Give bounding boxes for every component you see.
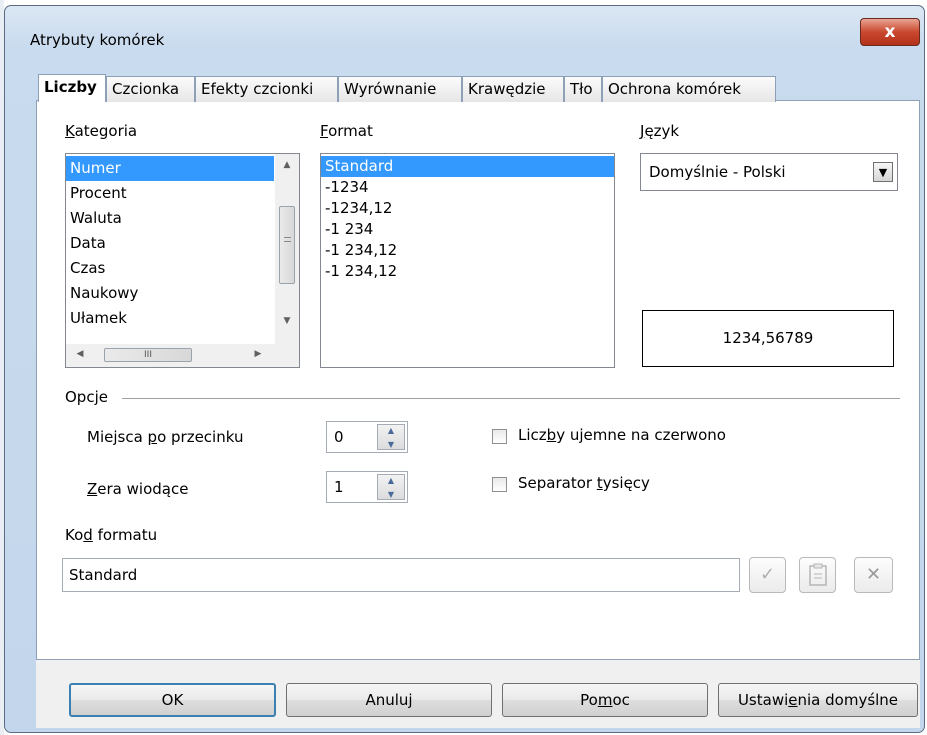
category-items: Numer Procent Waluta Data Czas Naukowy U… <box>66 156 274 331</box>
negative-red-label[interactable]: Liczby ujemne na czerwono <box>518 426 726 444</box>
category-hscrollbar[interactable]: ◀ III ▶ <box>66 344 299 367</box>
tab-wyrownanie[interactable]: Wyrównanie <box>338 76 462 102</box>
category-item-procent[interactable]: Procent <box>66 181 274 206</box>
checkmark-icon: ✓ <box>759 564 776 585</box>
category-item-naukowy[interactable]: Naukowy <box>66 281 274 306</box>
tab-tlo[interactable]: Tło <box>564 76 602 102</box>
category-listbox[interactable]: Numer Procent Waluta Data Czas Naukowy U… <box>65 153 300 368</box>
thousands-separator-checkbox[interactable] <box>492 477 507 492</box>
tab-efekty-czcionki[interactable]: Efekty czcionki <box>195 76 338 102</box>
chevron-down-icon[interactable]: ▼ <box>873 162 893 182</box>
decimals-spinbox[interactable]: 0 ▲ ▼ <box>326 421 408 453</box>
category-item-ulamek[interactable]: Ułamek <box>66 306 274 331</box>
scroll-up-icon[interactable]: ▲ <box>275 160 299 170</box>
help-button[interactable]: Pomoc <box>502 683 708 717</box>
accept-format-button[interactable]: ✓ <box>749 557 786 593</box>
decimals-spin-buttons[interactable]: ▲ ▼ <box>377 424 405 450</box>
scroll-thumb[interactable] <box>279 206 295 284</box>
grip-icon <box>283 237 291 242</box>
scroll-left-icon[interactable]: ◀ <box>74 349 86 359</box>
leading-zeros-spin-buttons[interactable]: ▲ ▼ <box>377 474 405 500</box>
close-icon: x <box>884 22 896 42</box>
delete-icon: ✕ <box>865 564 882 585</box>
spin-up-icon[interactable]: ▲ <box>378 425 404 439</box>
format-items: Standard -1234 -1234,12 -1 234 -1 234,12… <box>321 156 614 282</box>
category-label: Kategoria <box>65 122 138 140</box>
tab-label: Ochrona komórek <box>608 80 741 98</box>
tab-label: Wyrównanie <box>344 80 437 98</box>
tab-label: Efekty czcionki <box>201 80 314 98</box>
language-value: Domyślnie - Polski <box>649 163 786 181</box>
category-item-data[interactable]: Data <box>66 231 274 256</box>
format-item[interactable]: -1234 <box>321 177 614 198</box>
negative-red-checkbox[interactable] <box>492 429 507 444</box>
language-label: Język <box>640 122 680 140</box>
format-item[interactable]: -1234,12 <box>321 198 614 219</box>
category-vscrollbar[interactable]: ▲ ▼ <box>275 154 299 344</box>
category-item-numer[interactable]: Numer <box>66 156 274 181</box>
defaults-button[interactable]: Ustawienia domyślne <box>718 683 918 717</box>
format-label: Format <box>320 122 373 140</box>
format-item[interactable]: -1 234 <box>321 219 614 240</box>
dialog-title: Atrybuty komórek <box>30 31 165 49</box>
add-comment-button[interactable] <box>799 557 836 593</box>
tab-liczby[interactable]: Liczby <box>38 74 106 102</box>
format-item[interactable]: -1 234,12 <box>321 240 614 261</box>
spin-down-icon[interactable]: ▼ <box>378 489 404 503</box>
category-item-waluta[interactable]: Waluta <box>66 206 274 231</box>
tab-label: Krawędzie <box>468 80 546 98</box>
tab-label: Czcionka <box>112 80 180 98</box>
decimals-label: Miejsca po przecinku <box>87 428 244 446</box>
tab-czcionka[interactable]: Czcionka <box>106 76 195 102</box>
options-divider <box>122 398 900 399</box>
leading-zeros-label: Zera wiodące <box>87 480 189 498</box>
language-select[interactable]: Domyślnie - Polski ▼ <box>640 153 898 191</box>
ok-button[interactable]: OK <box>69 683 276 717</box>
decimals-value[interactable]: 0 <box>334 428 344 446</box>
category-item-czas[interactable]: Czas <box>66 256 274 281</box>
format-code-label: Kod formatu <box>65 526 158 544</box>
clipboard-icon <box>808 563 827 586</box>
format-code-value[interactable]: Standard <box>69 566 137 584</box>
format-code-input[interactable]: Standard <box>62 558 740 592</box>
tab-ochrona-komorek[interactable]: Ochrona komórek <box>602 76 776 102</box>
format-item[interactable]: -1 234,12 <box>321 261 614 282</box>
scroll-right-icon[interactable]: ▶ <box>252 349 264 359</box>
spin-down-icon[interactable]: ▼ <box>378 439 404 453</box>
cancel-button[interactable]: Anuluj <box>286 683 492 717</box>
tab-label: Liczby <box>44 78 97 96</box>
format-listbox[interactable]: Standard -1234 -1234,12 -1 234 -1 234,12… <box>320 153 615 368</box>
delete-format-button[interactable]: ✕ <box>854 557 893 593</box>
grip-icon: III <box>144 350 152 360</box>
tab-krawedzie[interactable]: Krawędzie <box>462 76 564 102</box>
scroll-down-icon[interactable]: ▼ <box>275 316 299 326</box>
close-button[interactable]: x <box>860 18 920 46</box>
options-group-label: Opcje <box>65 388 108 406</box>
thousands-separator-label[interactable]: Separator tysięcy <box>518 474 650 492</box>
tab-label: Tło <box>570 80 593 98</box>
leading-zeros-value[interactable]: 1 <box>334 478 344 496</box>
format-item[interactable]: Standard <box>321 156 614 177</box>
hscroll-thumb[interactable]: III <box>104 348 192 362</box>
leading-zeros-spinbox[interactable]: 1 ▲ ▼ <box>326 471 408 503</box>
spin-up-icon[interactable]: ▲ <box>378 475 404 489</box>
format-preview: 1234,56789 <box>642 310 894 367</box>
